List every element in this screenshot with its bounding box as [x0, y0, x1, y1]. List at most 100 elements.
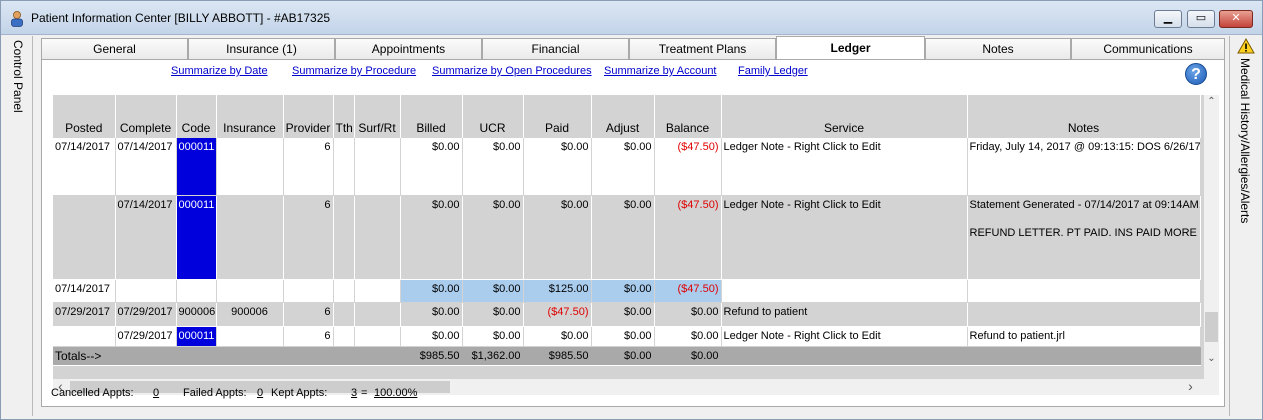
tab-treatment-plans[interactable]: Treatment Plans — [629, 38, 776, 60]
totals-ucr: $1,362.00 — [462, 346, 524, 366]
medical-history-label[interactable]: Medical History/Allergies/Alerts — [1238, 58, 1252, 223]
patient-information-window: Patient Information Center [BILLY ABBOTT… — [0, 0, 1263, 420]
cell-surf — [354, 138, 401, 196]
cell-notes: Friday, July 14, 2017 @ 09:13:15: DOS 6/… — [967, 138, 1201, 196]
title-bar[interactable]: Patient Information Center [BILLY ABBOTT… — [1, 1, 1262, 35]
ledger-table: Posted Complete Code Insurance Provider … — [53, 95, 1201, 366]
cell-surf — [354, 302, 401, 327]
cell-service: Refund to patient — [721, 302, 968, 327]
cell-provider: 6 — [283, 326, 334, 347]
col-surf-rt[interactable]: Surf/Rt — [354, 95, 401, 138]
cell-tth — [333, 326, 355, 347]
totals-paid: $985.50 — [523, 346, 592, 366]
ledger-tab-content: Summarize by Date Summarize by Procedure… — [41, 59, 1225, 407]
cell-billed: $0.00 — [400, 302, 463, 327]
summarize-by-date-link[interactable]: Summarize by Date — [171, 65, 268, 77]
cell-posted — [53, 326, 116, 347]
col-ucr[interactable]: UCR — [462, 95, 524, 138]
tab-insurance[interactable]: Insurance (1) — [188, 38, 335, 60]
col-paid[interactable]: Paid — [523, 95, 592, 138]
cell-posted — [53, 195, 116, 280]
cell-surf — [354, 195, 401, 280]
tab-appointments[interactable]: Appointments — [335, 38, 482, 60]
tab-communications[interactable]: Communications — [1071, 38, 1225, 60]
tab-strip: General Insurance (1) Appointments Finan… — [41, 36, 1225, 60]
ledger-grid[interactable]: Posted Complete Code Insurance Provider … — [53, 95, 1215, 379]
cell-insurance — [216, 326, 284, 347]
tab-financial[interactable]: Financial — [482, 38, 629, 60]
cell-adjust: $0.00 — [591, 302, 655, 327]
cell-complete — [115, 279, 177, 303]
col-insurance[interactable]: Insurance — [216, 95, 284, 138]
ledger-row[interactable]: 07/29/2017 07/29/2017 900006 900006 6 $0… — [53, 302, 1201, 327]
notes-text: REFUND LETTER. PT PAID. INS PAID MORE MR… — [969, 226, 1200, 239]
window-title: Patient Information Center [BILLY ABBOTT… — [31, 11, 331, 25]
cell-notes — [967, 302, 1201, 327]
tab-general[interactable]: General — [41, 38, 188, 60]
minimize-button[interactable]: ▁ — [1154, 10, 1182, 28]
col-code[interactable]: Code — [176, 95, 217, 138]
close-button[interactable]: ✕ — [1219, 10, 1253, 28]
scroll-down-icon[interactable]: ⌄ — [1204, 353, 1219, 364]
cell-paid: $0.00 — [523, 138, 592, 196]
summarize-by-procedure-link[interactable]: Summarize by Procedure — [292, 65, 416, 77]
cell-balance: $0.00 — [654, 302, 722, 327]
control-panel-sidebar[interactable]: Control Panel — [4, 36, 33, 416]
ledger-row[interactable]: 07/14/2017 07/14/2017 000011 6 $0.00 $0.… — [53, 138, 1201, 196]
ledger-row[interactable]: 07/29/2017 000011 6 $0.00 $0.00 $0.00 $0… — [53, 326, 1201, 347]
cell-surf — [354, 326, 401, 347]
summarize-by-account-link[interactable]: Summarize by Account — [604, 65, 717, 77]
col-billed[interactable]: Billed — [400, 95, 463, 138]
cell-billed: $0.00 — [400, 195, 463, 280]
col-complete[interactable]: Complete — [115, 95, 177, 138]
scroll-right-icon[interactable]: › — [1183, 379, 1198, 394]
patient-person-icon — [11, 11, 23, 27]
ledger-row[interactable]: 07/14/2017 000011 6 $0.00 $0.00 $0.00 $0… — [53, 195, 1201, 280]
failed-appts-count[interactable]: 0 — [257, 387, 263, 399]
col-posted[interactable]: Posted — [53, 95, 116, 138]
scroll-up-icon[interactable]: ⌃ — [1204, 96, 1219, 107]
summarize-by-open-procedures-link[interactable]: Summarize by Open Procedures — [432, 65, 592, 77]
cell-adjust: $0.00 — [591, 195, 655, 280]
col-balance[interactable]: Balance — [654, 95, 722, 138]
cell-code — [176, 279, 217, 303]
cell-code: 000011 — [176, 138, 217, 196]
family-ledger-link[interactable]: Family Ledger — [738, 65, 808, 77]
cell-provider: 6 — [283, 138, 334, 196]
tab-ledger[interactable]: Ledger — [776, 36, 925, 60]
cell-tth — [333, 302, 355, 327]
cell-balance: $0.00 — [654, 326, 722, 347]
totals-empty-cell — [216, 346, 284, 366]
cell-service: Ledger Note - Right Click to Edit — [721, 138, 968, 196]
cell-provider: 6 — [283, 195, 334, 280]
control-panel-label[interactable]: Control Panel — [11, 40, 25, 113]
tab-notes[interactable]: Notes — [925, 38, 1071, 60]
cell-notes: Statement Generated - 07/14/2017 at 09:1… — [967, 195, 1201, 280]
cell-adjust: $0.00 — [591, 326, 655, 347]
cell-paid: $125.00 — [523, 279, 592, 303]
help-icon[interactable]: ? — [1185, 63, 1207, 85]
cell-complete: 07/14/2017 — [115, 138, 177, 196]
vertical-scrollbar[interactable]: ⌃ ⌄ — [1204, 95, 1219, 379]
col-adjust[interactable]: Adjust — [591, 95, 655, 138]
cell-billed: $0.00 — [400, 326, 463, 347]
kept-appts-count[interactable]: 3 — [351, 387, 357, 399]
cell-complete: 07/14/2017 — [115, 195, 177, 280]
cell-tth — [333, 279, 355, 303]
main-panel: General Insurance (1) Appointments Finan… — [41, 36, 1225, 407]
col-provider[interactable]: Provider — [283, 95, 334, 138]
col-notes[interactable]: Notes — [967, 95, 1201, 138]
cell-tth — [333, 195, 355, 280]
cancelled-appts-count[interactable]: 0 — [153, 387, 159, 399]
kept-appts-percent[interactable]: 100.00% — [374, 387, 417, 399]
vertical-scroll-thumb[interactable] — [1205, 312, 1218, 342]
ledger-row[interactable]: 07/14/2017 $0.00 $0.00 $125.00 $0.00 ($4 — [53, 279, 1201, 303]
col-tth[interactable]: Tth — [333, 95, 355, 138]
cell-code: 000011 — [176, 195, 217, 280]
col-service[interactable]: Service — [721, 95, 968, 138]
medical-alerts-sidebar[interactable]: Medical History/Allergies/Alerts — [1229, 36, 1261, 416]
totals-empty-cell — [967, 346, 1201, 366]
maximize-button[interactable]: ▭ — [1187, 10, 1215, 28]
cell-provider: 6 — [283, 302, 334, 327]
totals-label: Totals--> — [53, 346, 177, 366]
